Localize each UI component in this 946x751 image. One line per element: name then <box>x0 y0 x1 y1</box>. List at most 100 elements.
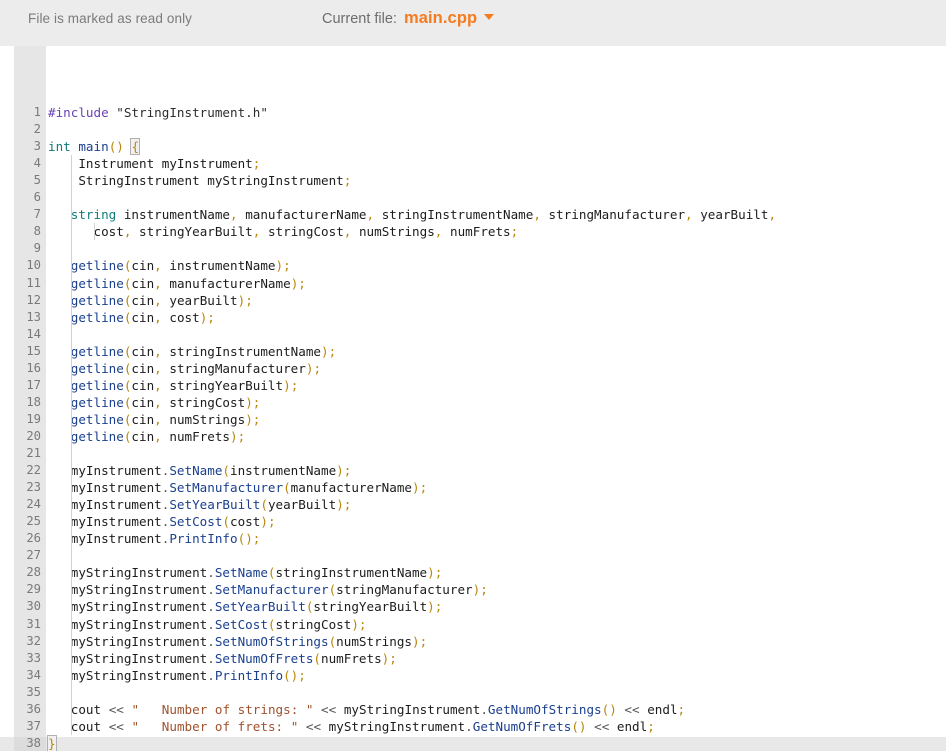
line-text[interactable]: myInstrument.SetManufacturer(manufacture… <box>48 479 427 496</box>
code-editor-scroll-area[interactable]: 1 #include "StringInstrument.h" 2 3 int main… <box>0 46 946 751</box>
code-line[interactable]: 12 getline(cin, yearBuilt); <box>0 292 946 309</box>
line-text[interactable]: cout << " Number of strings: " << myStri… <box>48 701 685 718</box>
line-number: 8 <box>33 224 41 239</box>
code-line[interactable]: 20 getline(cin, numFrets); <box>0 428 946 445</box>
code-line[interactable]: 4 Instrument myInstrument; <box>0 155 946 172</box>
code-line[interactable]: 3 int main() { <box>0 138 946 156</box>
line-number: 27 <box>26 548 41 563</box>
code-line[interactable]: 38} <box>0 734 946 751</box>
code-line[interactable]: 34 myStringInstrument.PrintInfo(); <box>0 667 946 684</box>
code-line[interactable]: 19 getline(cin, numStrings); <box>0 411 946 428</box>
line-text[interactable]: getline(cin, manufacturerName); <box>48 275 306 292</box>
line-number: 11 <box>26 275 41 290</box>
line-text[interactable]: myStringInstrument.SetNumOfStrings(numSt… <box>48 633 427 650</box>
line-text[interactable]: getline(cin, stringCost); <box>48 394 261 411</box>
current-file-label: Current file: <box>322 11 397 27</box>
code-line[interactable]: 13 getline(cin, cost); <box>0 309 946 326</box>
code-line[interactable]: 9 <box>0 240 946 257</box>
line-number: 32 <box>26 633 41 648</box>
line-text[interactable]: string instrumentName, manufacturerName,… <box>48 206 776 223</box>
line-text[interactable]: myInstrument.SetName(instrumentName); <box>48 462 352 479</box>
line-text[interactable]: getline(cin, numStrings); <box>48 411 261 428</box>
line-text[interactable]: Instrument myInstrument; <box>48 155 260 172</box>
line-text[interactable]: myInstrument.SetCost(cost); <box>48 513 276 530</box>
code-line[interactable]: 26 myInstrument.PrintInfo(); <box>0 530 946 547</box>
line-number: 28 <box>26 565 41 580</box>
chevron-down-icon[interactable] <box>484 14 495 20</box>
line-number: 25 <box>26 514 41 529</box>
line-text[interactable]: myStringInstrument.SetYearBuilt(stringYe… <box>48 598 443 615</box>
code-line[interactable]: 37 cout << " Number of frets: " << myStr… <box>0 718 946 735</box>
line-text[interactable]: myStringInstrument.SetName(stringInstrum… <box>48 564 443 581</box>
line-text[interactable]: getline(cin, numFrets); <box>48 428 245 445</box>
code-line[interactable]: 31 myStringInstrument.SetCost(stringCost… <box>0 616 946 633</box>
code-line[interactable]: 22 myInstrument.SetName(instrumentName); <box>0 462 946 479</box>
code-line[interactable]: 6 <box>0 189 946 206</box>
line-number: 21 <box>26 446 41 460</box>
line-number: 33 <box>26 650 41 665</box>
code-line[interactable]: 35 <box>0 684 946 701</box>
line-text[interactable]: getline(cin, cost); <box>48 309 215 326</box>
line-number: 18 <box>26 394 41 409</box>
line-number: 24 <box>26 497 41 512</box>
code-line[interactable]: 29 myStringInstrument.SetManufacturer(st… <box>0 581 946 598</box>
code-line[interactable]: 1 #include "StringInstrument.h" <box>0 104 946 121</box>
editor-toolbar: File is marked as read only Current file… <box>0 0 946 46</box>
line-number: 6 <box>33 190 41 205</box>
code-line[interactable]: 24 myInstrument.SetYearBuilt(yearBuilt); <box>0 496 946 513</box>
code-line[interactable]: 30 myStringInstrument.SetYearBuilt(strin… <box>0 598 946 615</box>
code-line[interactable]: 33 myStringInstrument.SetNumOfFrets(numF… <box>0 650 946 667</box>
line-text[interactable]: cost, stringYearBuilt, stringCost, numSt… <box>48 223 519 240</box>
code-line[interactable]: 11 getline(cin, manufacturerName); <box>0 275 946 292</box>
code-line[interactable]: 32 myStringInstrument.SetNumOfStrings(nu… <box>0 633 946 650</box>
line-number: 1 <box>33 105 41 119</box>
line-text[interactable]: int main() { <box>48 138 141 156</box>
line-number: 12 <box>26 292 41 307</box>
line-text[interactable]: myStringInstrument.SetCost(stringCost); <box>48 616 367 633</box>
code-line[interactable]: 17 getline(cin, stringYearBuilt); <box>0 377 946 394</box>
line-number: 3 <box>33 139 41 154</box>
line-text[interactable]: getline(cin, yearBuilt); <box>48 292 253 309</box>
line-number: 38 <box>26 735 41 750</box>
line-text[interactable]: myStringInstrument.PrintInfo(); <box>48 667 306 684</box>
line-text[interactable]: myInstrument.SetYearBuilt(yearBuilt); <box>48 496 352 513</box>
current-file-selector[interactable]: Current file: main.cpp <box>322 9 495 28</box>
line-number: 31 <box>26 616 41 631</box>
code-line[interactable]: 10 getline(cin, instrumentName); <box>0 257 946 274</box>
code-line[interactable]: 21 <box>0 445 946 462</box>
line-text[interactable]: getline(cin, stringManufacturer); <box>48 360 321 377</box>
code-line[interactable]: 16 getline(cin, stringManufacturer); <box>0 360 946 377</box>
line-text[interactable]: getline(cin, stringYearBuilt); <box>48 377 299 394</box>
line-text[interactable]: cout << " Number of frets: " << myString… <box>48 718 655 735</box>
code-line[interactable]: 7 string instrumentName, manufacturerNam… <box>0 206 946 223</box>
line-number: 36 <box>26 701 41 716</box>
line-number: 10 <box>26 258 41 273</box>
line-text[interactable]: #include "StringInstrument.h" <box>48 104 268 121</box>
line-text[interactable]: myStringInstrument.SetManufacturer(strin… <box>48 581 488 598</box>
current-file-name[interactable]: main.cpp <box>404 9 477 28</box>
line-text[interactable]: getline(cin, instrumentName); <box>48 257 291 274</box>
code-line[interactable]: 5 StringInstrument myStringInstrument; <box>0 172 946 189</box>
code-line[interactable]: 8 cost, stringYearBuilt, stringCost, num… <box>0 223 946 240</box>
line-number: 30 <box>26 599 41 614</box>
line-number: 35 <box>26 684 41 699</box>
code-line[interactable]: 18 getline(cin, stringCost); <box>0 394 946 411</box>
code-editor[interactable]: 1 #include "StringInstrument.h" 2 3 int main… <box>0 46 946 751</box>
line-number: 20 <box>26 428 41 443</box>
code-line[interactable]: 14 <box>0 326 946 343</box>
line-number: 7 <box>33 207 41 222</box>
line-text[interactable]: getline(cin, stringInstrumentName); <box>48 343 336 360</box>
code-line[interactable]: 27 <box>0 547 946 564</box>
code-line[interactable]: 28 myStringInstrument.SetName(stringInst… <box>0 564 946 581</box>
code-line[interactable]: 15 getline(cin, stringInstrumentName); <box>0 343 946 360</box>
line-text[interactable]: myInstrument.PrintInfo(); <box>48 530 261 547</box>
line-text[interactable]: } <box>47 734 57 751</box>
code-line[interactable]: 36 cout << " Number of strings: " << myS… <box>0 701 946 718</box>
line-text[interactable]: StringInstrument myStringInstrument; <box>48 172 351 189</box>
indent-guide <box>70 155 72 735</box>
line-number: 16 <box>26 360 41 375</box>
line-text[interactable]: myStringInstrument.SetNumOfFrets(numFret… <box>48 650 397 667</box>
code-line[interactable]: 2 <box>0 121 946 138</box>
code-line[interactable]: 25 myInstrument.SetCost(cost); <box>0 513 946 530</box>
code-line[interactable]: 23 myInstrument.SetManufacturer(manufact… <box>0 479 946 496</box>
